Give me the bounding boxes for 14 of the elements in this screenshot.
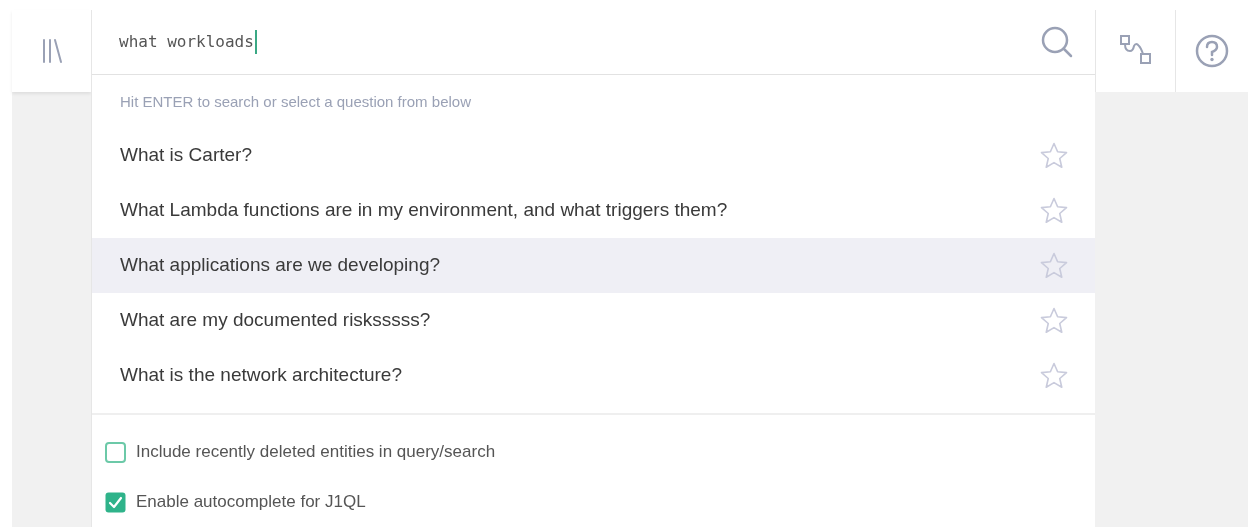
question-item[interactable]: What applications are we developing? xyxy=(92,238,1095,293)
star-icon[interactable] xyxy=(1039,305,1069,336)
help-icon xyxy=(1194,33,1230,69)
search-icon xyxy=(1039,24,1075,60)
star-icon[interactable] xyxy=(1039,140,1069,171)
star-icon[interactable] xyxy=(1039,360,1069,391)
checkbox[interactable] xyxy=(105,441,126,463)
dropdown-hint: Hit ENTER to search or select a question from below xyxy=(119,92,472,112)
star-icon[interactable] xyxy=(1039,195,1069,226)
checkbox[interactable] xyxy=(105,491,126,513)
library-icon xyxy=(40,38,63,64)
option-label: Include recently deleted entities in query/search xyxy=(136,441,496,464)
option-label: Enable autocomplete for J1QL xyxy=(136,491,366,514)
star-icon[interactable] xyxy=(1039,250,1069,281)
